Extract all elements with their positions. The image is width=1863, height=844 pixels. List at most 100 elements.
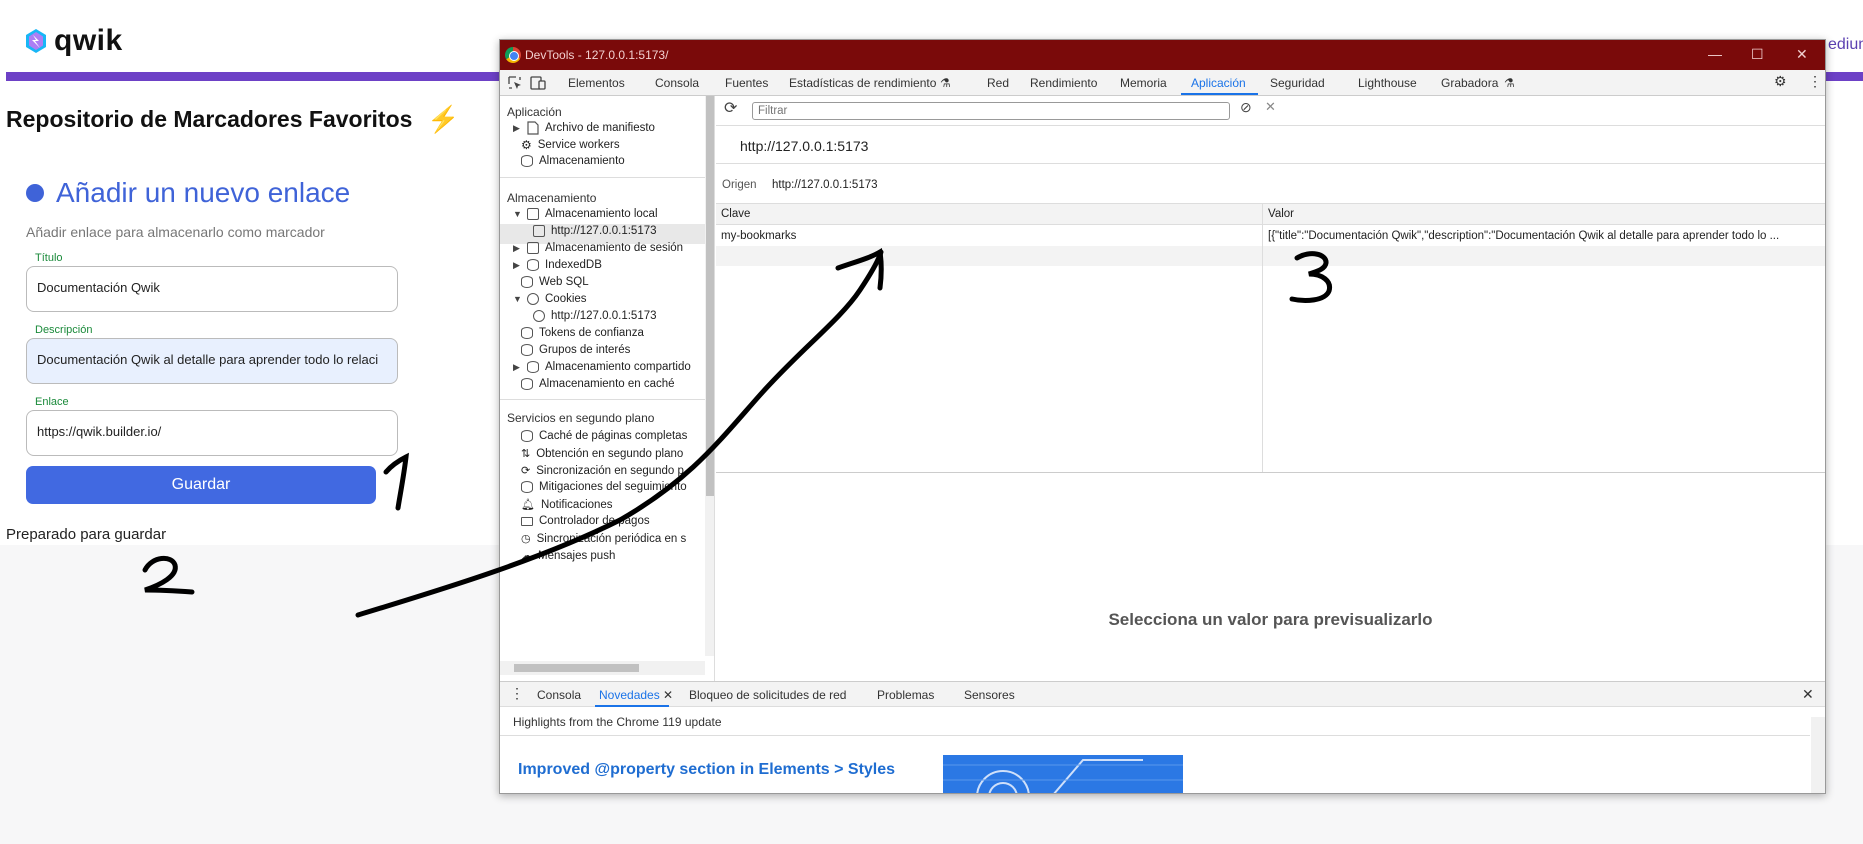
sidebar-item-bfcache[interactable]: Caché de páginas completas bbox=[521, 430, 687, 442]
preview-resizer[interactable] bbox=[716, 472, 1825, 473]
sidebar-item-local-storage[interactable]: ▼ Almacenamiento local bbox=[513, 208, 658, 220]
title-input[interactable]: Documentación Qwik bbox=[26, 266, 398, 312]
sidebar-item-service-workers[interactable]: ⚙ Service workers bbox=[521, 138, 620, 152]
sidebar-item-websql[interactable]: Web SQL bbox=[521, 276, 589, 288]
close-window-button[interactable]: ✕ bbox=[1796, 46, 1808, 63]
feature-graphic-icon bbox=[943, 759, 1183, 793]
tab-rendimiento[interactable]: Rendimiento bbox=[1030, 76, 1097, 90]
sidebar-item-cookies-origin[interactable]: http://127.0.0.1:5173 bbox=[533, 310, 657, 322]
database-icon bbox=[521, 344, 533, 356]
card-icon bbox=[521, 516, 533, 526]
sidebar-item-push-messaging[interactable]: ☁ Mensajes push bbox=[521, 549, 615, 563]
expand-arrow-icon[interactable]: ▶ bbox=[513, 243, 521, 254]
tab-memoria[interactable]: Memoria bbox=[1120, 76, 1167, 90]
drawer-tab-bloqueo[interactable]: Bloqueo de solicitudes de red bbox=[689, 688, 846, 702]
minimize-button[interactable]: — bbox=[1708, 46, 1722, 62]
close-drawer-icon[interactable]: ✕ bbox=[1802, 686, 1814, 703]
tab-red[interactable]: Red bbox=[987, 76, 1009, 90]
more-options-icon[interactable]: ⋮ bbox=[1808, 73, 1822, 90]
database-icon bbox=[521, 327, 533, 339]
device-toolbar-icon[interactable] bbox=[530, 76, 546, 90]
cell-key: my-bookmarks bbox=[721, 230, 797, 242]
sidebar-scroll-thumb[interactable] bbox=[706, 96, 714, 496]
column-divider[interactable] bbox=[1262, 204, 1263, 472]
feature-title-link[interactable]: Improved @property section in Elements >… bbox=[518, 761, 895, 779]
table-row-empty[interactable] bbox=[716, 246, 1825, 266]
whats-new-panel: Highlights from the Chrome 119 update Im… bbox=[500, 707, 1825, 793]
tab-lighthouse[interactable]: Lighthouse bbox=[1358, 76, 1417, 90]
sidebar-item-manifest[interactable]: ▶ Archivo de manifiesto bbox=[513, 121, 655, 135]
tab-consola[interactable]: Consola bbox=[655, 76, 699, 90]
devtools-titlebar[interactable]: DevTools - 127.0.0.1:5173/ — ☐ ✕ bbox=[500, 40, 1825, 70]
sidebar-item-periodic-sync[interactable]: ◷ Sincronización periódica en s bbox=[521, 532, 686, 546]
sidebar-item-almacenamiento[interactable]: Almacenamiento bbox=[521, 155, 625, 167]
expand-arrow-icon[interactable]: ▶ bbox=[513, 362, 521, 373]
sidebar-horizontal-thumb[interactable] bbox=[514, 664, 639, 672]
table-icon bbox=[533, 225, 545, 237]
tab-estadisticas[interactable]: Estadísticas de rendimiento bbox=[789, 76, 936, 90]
drawer-tab-novedades[interactable]: Novedades bbox=[599, 688, 660, 702]
database-icon bbox=[521, 276, 533, 288]
cookie-icon bbox=[527, 293, 539, 305]
column-header-value[interactable]: Valor bbox=[1268, 208, 1294, 220]
sidebar-item-notifications[interactable]: 🔔︎ Notificaciones bbox=[521, 498, 613, 512]
sidebar-item-local-origin[interactable]: http://127.0.0.1:5173 bbox=[533, 225, 657, 237]
tab-grabadora[interactable]: Grabadora bbox=[1441, 76, 1498, 90]
table-row[interactable]: my-bookmarks [{"title":"Documentación Qw… bbox=[716, 226, 1825, 246]
collapse-arrow-icon[interactable]: ▼ bbox=[513, 209, 522, 219]
description-label: Descripción bbox=[35, 324, 93, 336]
close-tab-icon[interactable]: ✕ bbox=[663, 688, 673, 702]
drawer-scrollbar[interactable] bbox=[1811, 717, 1825, 793]
sidebar-item-bounce-tracking[interactable]: Mitigaciones del seguimiento bbox=[521, 481, 687, 493]
save-button[interactable]: Guardar bbox=[26, 466, 376, 504]
tab-fuentes[interactable]: Fuentes bbox=[725, 76, 768, 90]
sidebar-item-shared-storage[interactable]: ▶ Almacenamiento compartido bbox=[513, 361, 691, 373]
sync-icon: ⟳ bbox=[521, 465, 531, 477]
settings-gear-icon[interactable]: ⚙ bbox=[1774, 73, 1787, 90]
database-icon bbox=[521, 430, 533, 442]
tab-aplicacion[interactable]: Aplicación bbox=[1191, 76, 1246, 90]
drawer-tab-consola[interactable]: Consola bbox=[537, 688, 581, 702]
filter-input[interactable] bbox=[752, 102, 1230, 120]
sidebar-item-cookies[interactable]: ▼ Cookies bbox=[513, 293, 587, 305]
card-title: Añadir un nuevo enlace bbox=[56, 177, 351, 208]
column-header-key[interactable]: Clave bbox=[721, 208, 750, 220]
sidebar-item-background-fetch[interactable]: ⇅ Obtención en segundo plano bbox=[521, 447, 683, 461]
collapse-arrow-icon[interactable]: ▼ bbox=[513, 294, 522, 304]
origin-value: http://127.0.0.1:5173 bbox=[772, 179, 878, 191]
drawer-tabbar: ⋮ Consola Novedades ✕ Bloqueo de solicit… bbox=[500, 681, 1825, 707]
expand-arrow-icon[interactable]: ▶ bbox=[513, 260, 521, 271]
origin-label: Origen bbox=[722, 179, 757, 191]
maximize-button[interactable]: ☐ bbox=[1751, 46, 1764, 63]
clear-all-icon[interactable]: ⊘ bbox=[1240, 99, 1252, 116]
card-subtitle: Añadir enlace para almacenarlo como marc… bbox=[26, 224, 325, 240]
nav-link-cut[interactable]: edium bbox=[1828, 36, 1863, 54]
inspect-element-icon[interactable] bbox=[508, 76, 522, 90]
drawer-tab-problemas[interactable]: Problemas bbox=[877, 688, 934, 702]
expand-arrow-icon[interactable]: ▶ bbox=[513, 123, 521, 134]
refresh-icon[interactable]: ⟳ bbox=[724, 98, 737, 118]
delete-selected-icon[interactable]: ✕ bbox=[1265, 99, 1276, 115]
devtools-window: DevTools - 127.0.0.1:5173/ — ☐ ✕ Element… bbox=[499, 39, 1826, 794]
drawer-tab-sensores[interactable]: Sensores bbox=[964, 688, 1015, 702]
active-tab-indicator bbox=[1181, 93, 1258, 95]
sidebar-item-cache-storage[interactable]: Almacenamiento en caché bbox=[521, 378, 675, 390]
qwik-logo[interactable]: qwik bbox=[24, 24, 123, 58]
drawer-menu-icon[interactable]: ⋮ bbox=[510, 685, 524, 702]
link-input[interactable]: https://qwik.builder.io/ bbox=[26, 410, 398, 456]
sidebar-item-trust-tokens[interactable]: Tokens de confianza bbox=[521, 327, 644, 339]
sidebar-item-interest-groups[interactable]: Grupos de interés bbox=[521, 344, 630, 356]
sidebar-item-session-storage[interactable]: ▶ Almacenamiento de sesión bbox=[513, 242, 683, 254]
bell-icon: 🔔︎ bbox=[521, 499, 535, 511]
sidebar-divider bbox=[500, 177, 705, 178]
tab-seguridad[interactable]: Seguridad bbox=[1270, 76, 1325, 90]
gears-icon: ⚙ bbox=[521, 138, 532, 152]
feature-image bbox=[943, 755, 1183, 793]
sidebar-item-indexeddb[interactable]: ▶ IndexedDB bbox=[513, 259, 602, 271]
sidebar-item-payment-handler[interactable]: Controlador de pagos bbox=[521, 515, 650, 527]
sidebar-item-background-sync[interactable]: ⟳ Sincronización en segundo p bbox=[521, 464, 684, 478]
description-input[interactable]: Documentación Qwik al detalle para apren… bbox=[26, 338, 398, 384]
database-icon bbox=[521, 155, 533, 167]
tab-elementos[interactable]: Elementos bbox=[568, 76, 625, 90]
page-title: Repositorio de Marcadores Favoritos bbox=[6, 106, 413, 132]
